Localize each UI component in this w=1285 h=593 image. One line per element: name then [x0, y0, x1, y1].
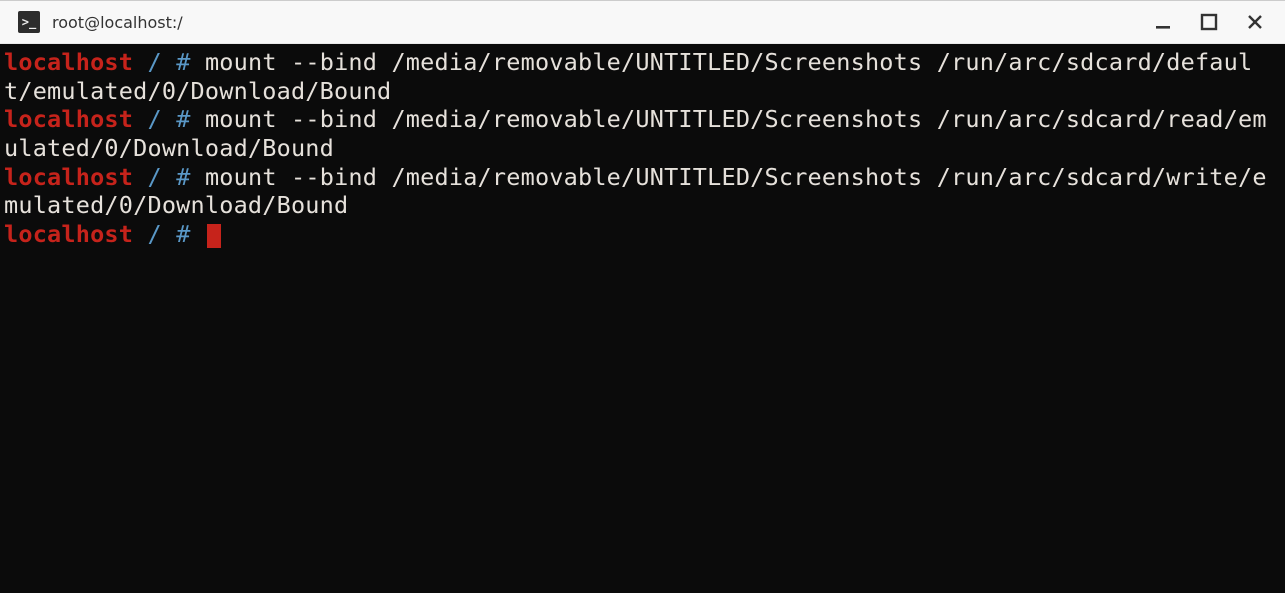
- terminal-line: localhost / # mount --bind /media/remova…: [4, 163, 1281, 220]
- terminal-icon: >_: [18, 11, 40, 33]
- prompt-path: /: [148, 163, 162, 191]
- cursor: [207, 224, 221, 248]
- terminal-line: localhost / #: [4, 220, 1281, 249]
- terminal-icon-glyph: >_: [22, 16, 36, 28]
- terminal-line: localhost / # mount --bind /media/remova…: [4, 48, 1281, 105]
- window-title: root@localhost:/: [52, 13, 1153, 32]
- command-text: mount --bind /media/removable/UNTITLED/S…: [4, 163, 1267, 220]
- close-button[interactable]: [1245, 12, 1265, 32]
- prompt-path: /: [148, 105, 162, 133]
- prompt-hash: #: [176, 48, 190, 76]
- prompt-hash: #: [176, 163, 190, 191]
- command-text: mount --bind /media/removable/UNTITLED/S…: [4, 48, 1252, 105]
- prompt-host: localhost: [4, 163, 133, 191]
- maximize-icon: [1200, 13, 1218, 31]
- maximize-button[interactable]: [1199, 12, 1219, 32]
- prompt-host: localhost: [4, 48, 133, 76]
- command-text: mount --bind /media/removable/UNTITLED/S…: [4, 105, 1267, 162]
- prompt-hash: #: [176, 105, 190, 133]
- terminal-window: >_ root@localhost:/ localhost / # mount …: [0, 0, 1285, 593]
- prompt-host: localhost: [4, 220, 133, 248]
- prompt-host: localhost: [4, 105, 133, 133]
- terminal-line: localhost / # mount --bind /media/remova…: [4, 105, 1281, 162]
- minimize-button[interactable]: [1153, 12, 1173, 32]
- terminal-body[interactable]: localhost / # mount --bind /media/remova…: [0, 44, 1285, 593]
- minimize-icon: [1154, 13, 1172, 31]
- close-icon: [1246, 13, 1264, 31]
- prompt-path: /: [148, 48, 162, 76]
- window-controls: [1153, 12, 1275, 32]
- prompt-path: /: [148, 220, 162, 248]
- titlebar[interactable]: >_ root@localhost:/: [0, 0, 1285, 44]
- prompt-hash: #: [176, 220, 190, 248]
